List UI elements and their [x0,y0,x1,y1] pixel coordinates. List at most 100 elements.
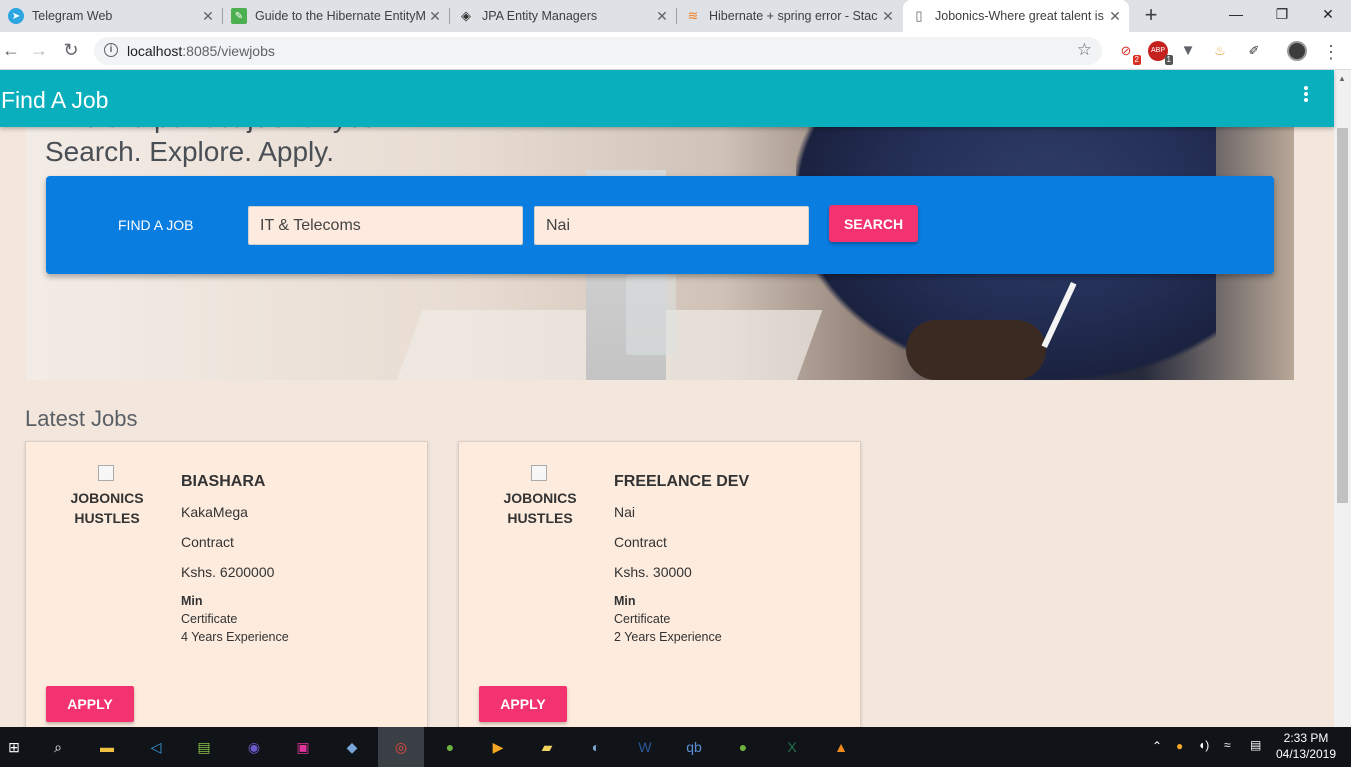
os-taskbar: ⊞ ⌕ ▬ ◁ ▤ ◉ ▣ ◆ ◎ ● ▶ ▰ ◐ W qb ● X ▲ ⌃ ●… [0,727,1351,767]
scrollbar-thumb[interactable] [1337,128,1348,503]
virtualbox-icon[interactable]: ◆ [338,733,366,761]
bookmark-star-icon[interactable]: ☆ [1077,40,1092,60]
job-card: JOBONICS HUSTLES FREELANCE DEV Nai Contr… [458,441,861,741]
job-salary: Kshs. 6200000 [181,564,275,580]
qbittorrent-icon[interactable]: qb [680,733,708,761]
job-card: JOBONICS HUSTLES BIASHARA KakaMega Contr… [25,441,428,741]
clock-date: 04/13/2019 [1275,747,1337,761]
close-tab-icon[interactable]: ✕ [200,8,216,25]
bookmark-icon: ✎ [231,8,247,24]
page-scrollbar[interactable]: ▲ [1334,70,1351,727]
close-tab-icon[interactable]: ✕ [654,8,670,25]
app-bar: Find A Job [0,70,1334,127]
java-icon[interactable]: ♨ [1210,41,1230,61]
brand-title[interactable]: Find A Job [1,87,108,114]
back-arrow-icon[interactable]: ← [0,40,22,62]
tab-title: Hibernate + spring error - Stac [709,9,878,23]
windows-start-icon[interactable]: ⊞ [0,733,28,761]
job-salary: Kshs. 30000 [614,564,692,580]
tab-jpa-entity-managers[interactable]: ◈ JPA Entity Managers ✕ [450,0,676,32]
location-input[interactable] [534,206,809,245]
job-experience: 2 Years Experience [614,630,722,644]
clock-time: 2:33 PM [1283,731,1329,745]
word-icon[interactable]: W [631,733,659,761]
job-type: Contract [614,534,667,550]
excel-icon[interactable]: X [778,733,806,761]
eyedropper-icon[interactable]: ✐ [1244,41,1264,61]
system-clock[interactable]: 2:33 PM 04/13/2019 [1270,730,1342,762]
tab-stackoverflow[interactable]: ≋ Hibernate + spring error - Stac ✕ [677,0,902,32]
intellij-icon[interactable]: ▣ [289,733,317,761]
media-player-icon[interactable]: ▶ [484,733,512,761]
vscode-icon[interactable]: ◁ [142,733,170,761]
more-options-icon[interactable] [1304,84,1310,104]
disk-icon[interactable]: ◐ [582,733,610,761]
reload-icon[interactable]: ↻ [60,40,82,62]
job-education: Certificate [181,612,238,626]
close-tab-icon[interactable]: ✕ [427,8,443,25]
apply-button[interactable]: APPLY [46,686,134,722]
tab-title: JPA Entity Managers [482,9,598,23]
job-search-panel: FIND A JOB SEARCH [46,176,1274,274]
hero-subtitle: Search. Explore. Apply. [45,136,334,167]
url-host: localhost [127,43,183,59]
ext-red-icon[interactable]: ⊘ 2 [1116,41,1141,65]
category-input[interactable] [248,206,523,245]
page-icon: ▯ [915,8,923,23]
close-tab-icon[interactable]: ✕ [1107,8,1123,25]
minimize-icon[interactable]: — [1213,0,1259,30]
search-label: FIND A JOB [118,217,194,233]
tab-title: Telegram Web [32,9,113,23]
tab-hibernate-guide[interactable]: ✎ Guide to the Hibernate EntityM ✕ [223,0,449,32]
browser-menu-icon[interactable]: ⋮ [1322,42,1340,63]
hero-arm-shape [906,320,1046,380]
latest-jobs-heading: Latest Jobs [25,406,138,431]
company-logo-broken-image-icon [531,465,547,481]
profile-avatar[interactable] [1287,41,1307,61]
scroll-up-arrow-icon[interactable]: ▲ [1338,74,1346,83]
stackoverflow-icon: ≋ [687,8,699,23]
min-requirements-label: Min [614,594,636,608]
forward-arrow-icon[interactable]: → [28,40,50,62]
job-title[interactable]: FREELANCE DEV [614,473,749,491]
close-window-icon[interactable]: ✕ [1305,0,1351,30]
network-icon[interactable]: ≈ [1224,738,1231,767]
telegram-icon: ➤ [8,8,24,24]
site-info-icon[interactable]: i [104,43,118,57]
eclipse-icon[interactable]: ◉ [240,733,268,761]
window-controls: — ❐ ✕ [1213,0,1351,30]
job-type: Contract [181,534,234,550]
folder-icon[interactable]: ▰ [533,733,561,761]
search-icon[interactable]: ⌕ [44,733,72,761]
spring-tool-icon[interactable]: ● [436,733,464,761]
company-name-line: HUSTLES [507,510,573,526]
input-method-icon[interactable]: ▤ [1250,738,1261,767]
vue-icon[interactable]: ▼ [1178,41,1198,61]
volume-icon[interactable]: ◖) [1198,738,1209,767]
chrome-icon[interactable]: ◎ [378,727,424,767]
tray-app-icon[interactable]: ● [1176,739,1183,767]
job-title[interactable]: BIASHARA [181,473,265,491]
url-path: :8085/viewjobs [182,43,275,59]
tab-jobonics[interactable]: ▯ Jobonics-Where great talent is ✕ [903,0,1129,32]
tab-title: Guide to the Hibernate EntityM [255,9,426,23]
address-bar[interactable]: i localhost:8085/viewjobs ☆ [94,37,1102,65]
notepad-plus-icon[interactable]: ▤ [190,733,218,761]
new-tab-button[interactable]: + [1140,4,1162,28]
url-text[interactable]: localhost:8085/viewjobs [127,43,275,59]
apply-button[interactable]: APPLY [479,686,567,722]
tab-telegram-web[interactable]: ➤ Telegram Web ✕ [0,0,222,32]
spring-boot-icon[interactable]: ● [729,733,757,761]
file-explorer-icon[interactable]: ▬ [93,733,121,761]
close-tab-icon[interactable]: ✕ [880,8,896,25]
browser-toolbar: ← → ↻ i localhost:8085/viewjobs ☆ ⊘ 2 ABP… [0,32,1351,70]
adblock-icon[interactable]: ABP 1 [1148,41,1173,65]
search-button[interactable]: SEARCH [829,205,918,242]
restore-icon[interactable]: ❐ [1259,0,1305,30]
extension-badge: 2 [1132,55,1141,65]
vlc-icon[interactable]: ▲ [827,733,855,761]
hero-heading: Find the perfect job for you. Search. Ex… [45,102,386,169]
tray-chevron-icon[interactable]: ⌃ [1152,739,1162,767]
job-education: Certificate [614,612,671,626]
job-experience: 4 Years Experience [181,630,289,644]
